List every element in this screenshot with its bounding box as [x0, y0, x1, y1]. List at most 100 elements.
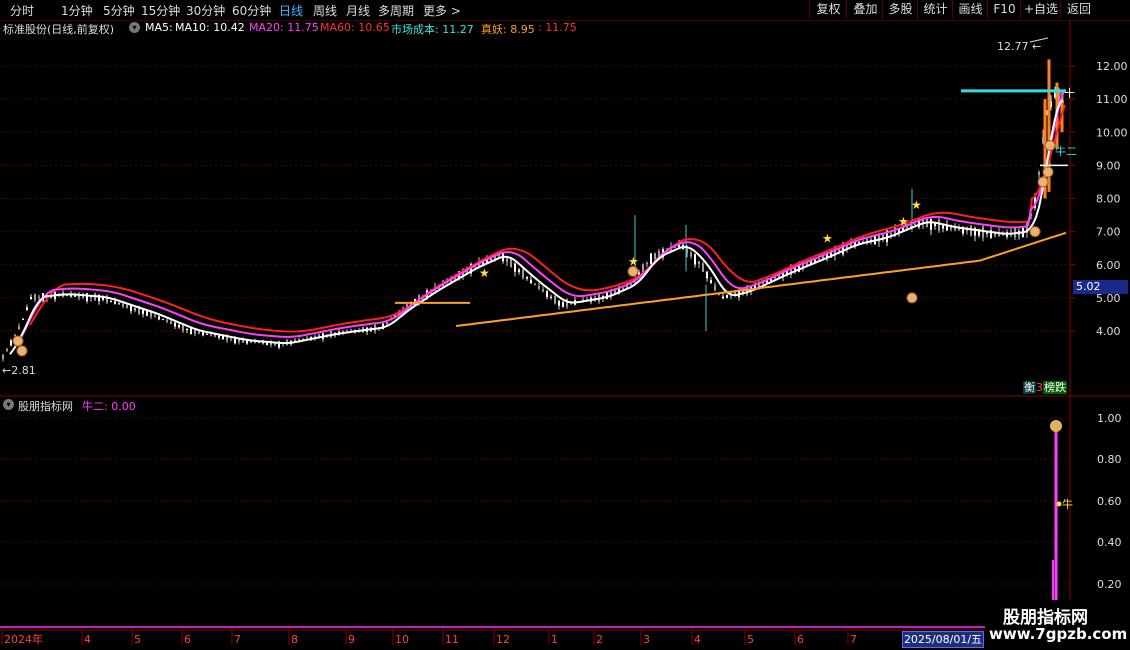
kline-chart[interactable]: 12.0011.0010.009.008.007.006.005.004.001… [0, 0, 1130, 650]
niu-er-value: 牛二: 0.00 [82, 400, 136, 413]
period-tab-1[interactable]: 1分钟 [61, 2, 93, 19]
candle-body [694, 254, 696, 265]
price-label: 7.00 [1096, 226, 1121, 239]
candle-body [34, 294, 36, 300]
candle-body [10, 340, 12, 346]
candle-body [698, 261, 700, 264]
selected-date-box: 2025/08/01/五 [902, 631, 984, 648]
candle-body [914, 224, 916, 226]
ranking-badge[interactable]: 衡3榜跌 [1023, 381, 1067, 395]
date-label: 8 [291, 633, 298, 646]
badge-part-3: 榜跌 [1043, 381, 1067, 394]
candle-body [722, 296, 724, 299]
date-label: 10 [395, 633, 409, 646]
candle-body [690, 252, 692, 257]
candle-body [230, 338, 232, 340]
candle-body [198, 331, 200, 334]
toolbar-button-5[interactable]: F10 [987, 0, 1021, 19]
hand-signal-icon [906, 292, 918, 304]
period-tab-0[interactable]: 分时 [10, 2, 34, 19]
candle-body [154, 315, 156, 317]
candle-body [186, 328, 188, 331]
candle-body [490, 259, 492, 261]
candle-body [710, 280, 712, 283]
period-tab-3[interactable]: 15分钟 [141, 2, 180, 19]
extra-value-label: : 11.75 [538, 21, 577, 34]
candle-body [510, 259, 512, 268]
candle-body [890, 233, 892, 235]
period-tab-10[interactable]: 更多 > [423, 2, 461, 19]
candle-body [514, 263, 516, 272]
candle-body [814, 259, 816, 262]
period-tab-2[interactable]: 5分钟 [103, 2, 135, 19]
ma10-label: MA10: 10.42 [175, 21, 245, 34]
candle-body [1002, 234, 1004, 236]
candle-body [210, 334, 212, 336]
candle-body [178, 324, 180, 328]
date-label: 1 [551, 633, 558, 646]
niu-dot [1056, 501, 1062, 507]
hand-signal-icon [16, 345, 28, 357]
candle-body [206, 333, 208, 335]
period-toolbar: 分时 1分钟 5分钟 15分钟 30分钟 60分钟 日线 周线 月线 多周期 更多 > 复权 叠加 多股统… [0, 0, 1130, 20]
candle-body [158, 316, 160, 320]
date-label: 5 [134, 633, 141, 646]
watermark-url: www.7gpzb.com [989, 625, 1128, 643]
current-price-tag: 5.02 [1073, 280, 1128, 294]
ma5-label: MA5: [145, 21, 173, 34]
candle-body [986, 232, 988, 234]
candle-body [534, 284, 536, 286]
sub-axis-label: 1.00 [1097, 412, 1122, 425]
period-tab-9[interactable]: 多周期 [378, 2, 414, 19]
date-label: 3 [643, 633, 650, 646]
period-tab-8[interactable]: 月线 [346, 2, 370, 19]
candle-body [174, 322, 176, 327]
period-tab-5[interactable]: 60分钟 [232, 2, 271, 19]
money-bag-icon [1050, 420, 1062, 432]
candle-body [26, 307, 28, 310]
candle-body [38, 296, 40, 298]
candle-body [546, 291, 548, 297]
candle-body [554, 295, 556, 304]
hand-signal-icon [1029, 226, 1041, 238]
hand-signal-icon [627, 265, 639, 277]
star-signal-icon: ★ [911, 198, 922, 212]
zhenyao-label: 真妖: 8.95 [481, 23, 535, 36]
toolbar-button-4[interactable]: 画线 [952, 0, 988, 19]
sub-axis-label: 0.20 [1097, 578, 1122, 591]
candle-body [166, 320, 168, 322]
sub-axis-label: 0.60 [1097, 495, 1122, 508]
ma60-label: MA60: 10.65 [320, 21, 390, 34]
date-label: 2 [596, 633, 603, 646]
price-label: 12.00 [1096, 60, 1128, 73]
date-label: 12 [496, 633, 510, 646]
candle-body [30, 296, 32, 300]
market-cost-label: 市场成本: 11.27 [391, 23, 474, 36]
candle-body [550, 296, 552, 298]
toolbar-button-0[interactable]: 复权 [809, 0, 847, 19]
indicator-title[interactable]: 股朋指标网 [18, 398, 73, 414]
hand-signal-icon [1044, 140, 1056, 151]
high-price-label: 12.77 ← [997, 40, 1041, 53]
candle-body [646, 263, 648, 265]
toolbar-button-3[interactable]: 统计 [917, 0, 953, 19]
toolbar-button-6[interactable]: +自选 [1020, 0, 1061, 19]
period-tab-7[interactable]: 周线 [313, 2, 337, 19]
period-tab-6[interactable]: 日线 [279, 2, 303, 19]
candle-body [6, 348, 8, 351]
toolbar-button-2[interactable]: 多股 [882, 0, 918, 19]
star-signal-icon: ★ [479, 266, 490, 280]
candle-body [538, 286, 540, 289]
candle-body [614, 290, 616, 293]
period-tab-4[interactable]: 30分钟 [186, 2, 225, 19]
candle-body [930, 219, 932, 230]
toolbar-button-1[interactable]: 叠加 [846, 0, 884, 19]
toolbar-button-7[interactable]: 返回 [1060, 0, 1097, 19]
date-label: 9 [348, 633, 355, 646]
candle-body [110, 301, 112, 303]
candle-body [706, 271, 708, 279]
stock-title[interactable]: 标准股份(日线,前复权) [3, 21, 114, 37]
candle-body [966, 229, 968, 231]
candle-body [958, 228, 960, 230]
candle-body [542, 289, 544, 292]
